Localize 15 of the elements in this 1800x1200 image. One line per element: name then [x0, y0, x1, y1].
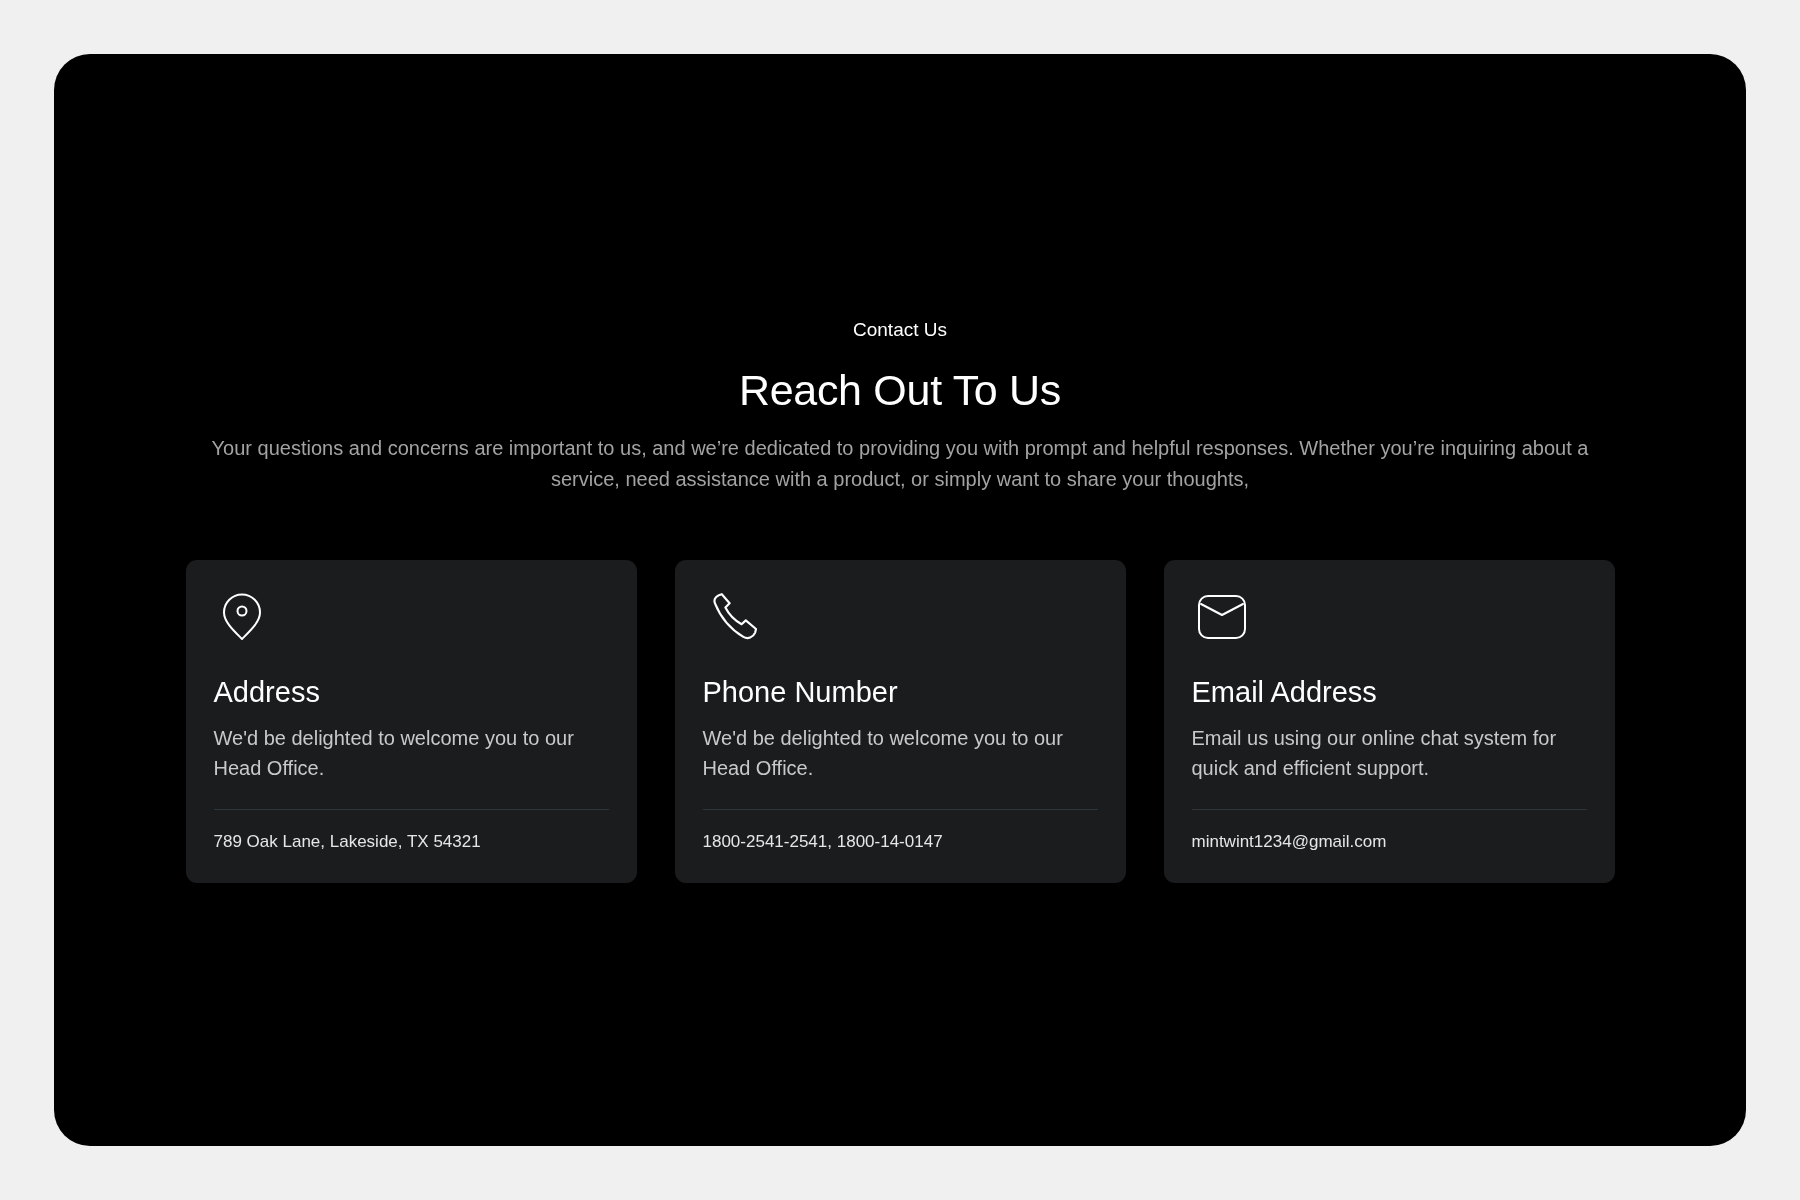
contact-detail: mintwint1234@gmail.com — [1191, 830, 1387, 853]
section-heading: Reach Out To Us — [738, 364, 1062, 416]
card-title: Address — [213, 674, 320, 710]
map-pin-icon — [221, 592, 262, 641]
intro-paragraph: Your questions and concerns are important to us, and we’re dedicated to providing you with prompt and helpful responses. Whether you’re inquiring about a service, need assistance with a product, or simply want to share your thoughts, — [210, 435, 1590, 492]
contact-detail: 789 Oak Lane, Lakeside, TX 54321 — [213, 830, 481, 853]
card-description: We'd be delighted to welcome you to our Head Office. — [702, 725, 1064, 781]
phone-icon — [710, 592, 759, 641]
card-description: We'd be delighted to welcome you to our Head Office. — [213, 725, 575, 781]
contact-detail: 1800-2541-2541, 1800-14-0147 — [702, 830, 943, 853]
card-title: Email Address — [1191, 674, 1377, 710]
section-label: Contact Us — [853, 317, 947, 342]
envelope-icon — [1197, 594, 1246, 639]
card-description: Email us using our online chat system for quick and efficient support. — [1191, 725, 1558, 781]
card-title: Phone Number — [702, 674, 898, 710]
